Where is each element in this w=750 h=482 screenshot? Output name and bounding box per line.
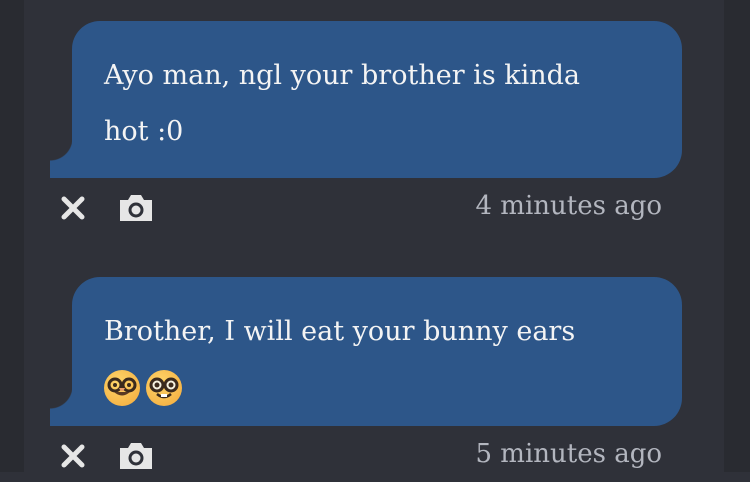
- close-icon[interactable]: [57, 192, 89, 224]
- nerd-face-emoji: [146, 370, 182, 406]
- emoji-row: [104, 368, 652, 408]
- camera-icon[interactable]: [116, 190, 156, 226]
- left-gutter: [0, 0, 24, 472]
- message-bubble[interactable]: Brother, I will eat your bunny ears: [50, 277, 682, 426]
- close-icon[interactable]: [57, 440, 89, 472]
- message-text: Ayo man, ngl your brother is kinda hot :…: [104, 60, 581, 147]
- message-meta: 4 minutes ago: [50, 178, 682, 234]
- message-item: Brother, I will eat your bunny ears 5 mi…: [50, 277, 682, 482]
- message-timestamp: 5 minutes ago: [475, 439, 662, 469]
- message-meta: 5 minutes ago: [50, 426, 682, 482]
- camera-icon[interactable]: [116, 438, 156, 474]
- message-text: Brother, I will eat your bunny ears: [104, 316, 576, 347]
- disguised-face-emoji: [104, 370, 140, 406]
- message-timestamp: 4 minutes ago: [475, 191, 662, 221]
- message-bubble[interactable]: Ayo man, ngl your brother is kinda hot :…: [50, 21, 682, 178]
- right-gutter: [724, 0, 750, 472]
- message-item: Ayo man, ngl your brother is kinda hot :…: [50, 21, 682, 234]
